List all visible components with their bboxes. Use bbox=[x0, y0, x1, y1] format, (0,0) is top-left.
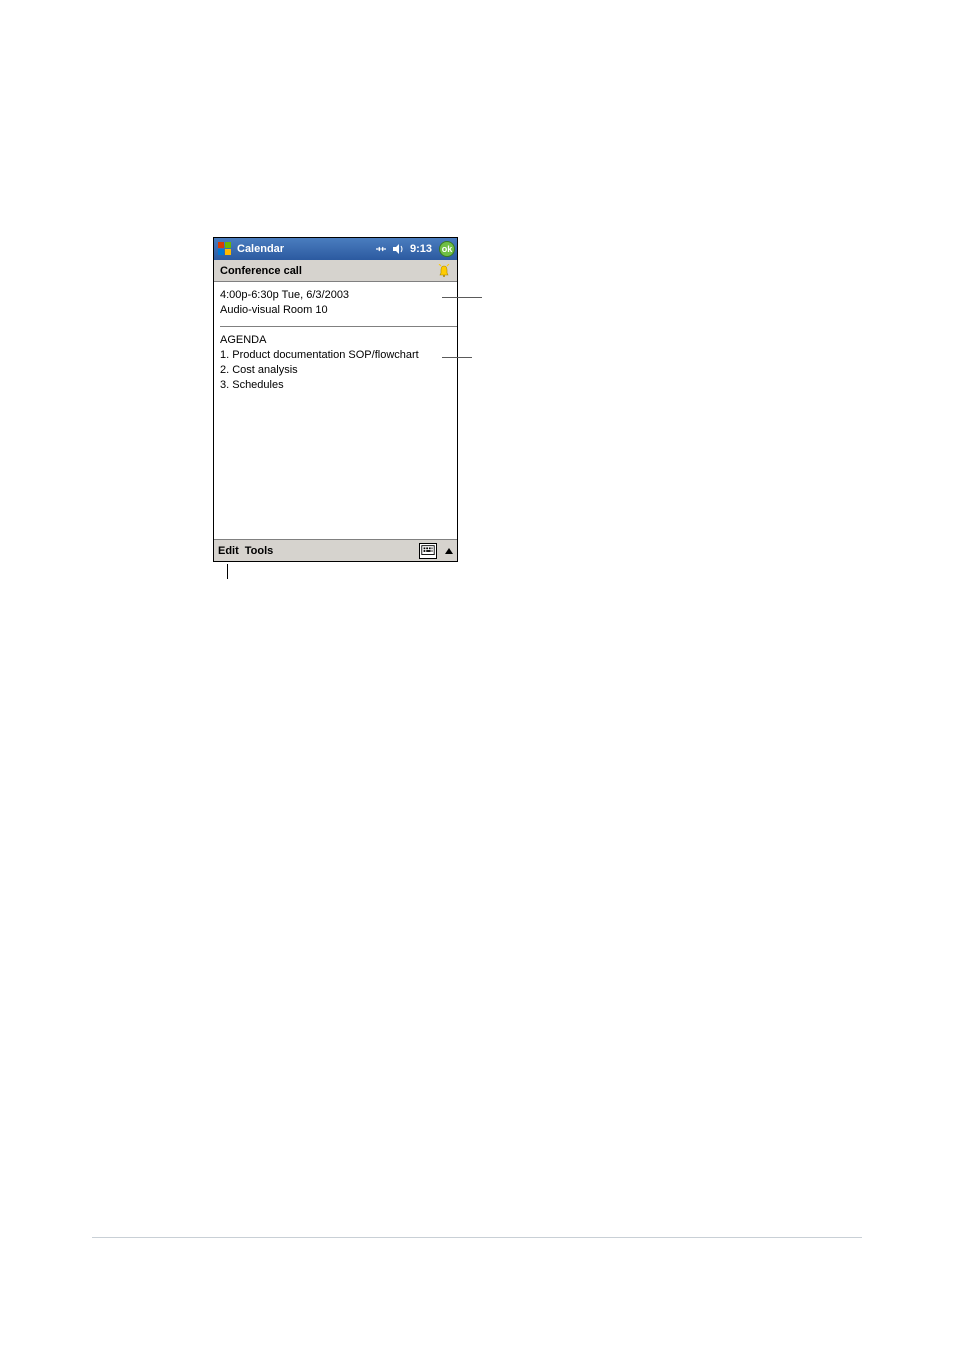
time-line: 4:00p-6:30p Tue, 6/3/2003 bbox=[220, 288, 439, 303]
clock-time: 9:13 bbox=[410, 243, 432, 255]
callout-line bbox=[442, 297, 482, 298]
notes-item: 3. Schedules bbox=[220, 378, 451, 393]
ok-button[interactable]: ok bbox=[439, 241, 455, 257]
callout-line bbox=[442, 357, 472, 358]
keyboard-sip-icon[interactable] bbox=[419, 543, 437, 559]
notes-item: 2. Cost analysis bbox=[220, 363, 451, 378]
title-bar: Calendar 9:13 ok bbox=[214, 238, 457, 260]
menu-bar: Edit Tools bbox=[214, 539, 457, 561]
app-title: Calendar bbox=[237, 243, 374, 255]
appointment-subject: Conference call bbox=[220, 265, 302, 277]
edit-menu[interactable]: Edit bbox=[218, 545, 239, 557]
tools-menu[interactable]: Tools bbox=[245, 545, 274, 557]
speaker-icon[interactable] bbox=[391, 242, 405, 256]
pocketpc-window: Calendar 9:13 ok Conference call 4:00p-6… bbox=[213, 237, 458, 562]
page-footer-divider bbox=[92, 1237, 862, 1238]
start-flag-icon[interactable] bbox=[216, 240, 234, 258]
connection-icon[interactable] bbox=[374, 242, 388, 256]
meta-block: 4:00p-6:30p Tue, 6/3/2003 Audio-visual R… bbox=[220, 288, 457, 327]
location-line: Audio-visual Room 10 bbox=[220, 303, 439, 318]
reminder-bell-icon[interactable] bbox=[437, 264, 451, 278]
appointment-details: 4:00p-6:30p Tue, 6/3/2003 Audio-visual R… bbox=[214, 282, 457, 539]
subject-bar: Conference call bbox=[214, 260, 457, 282]
text-cursor bbox=[227, 564, 228, 579]
notes-item: 1. Product documentation SOP/flowchart bbox=[220, 348, 451, 363]
notes-block: AGENDA 1. Product documentation SOP/flow… bbox=[220, 333, 451, 393]
notes-heading: AGENDA bbox=[220, 333, 451, 348]
sip-arrow-up-icon[interactable] bbox=[445, 548, 453, 554]
